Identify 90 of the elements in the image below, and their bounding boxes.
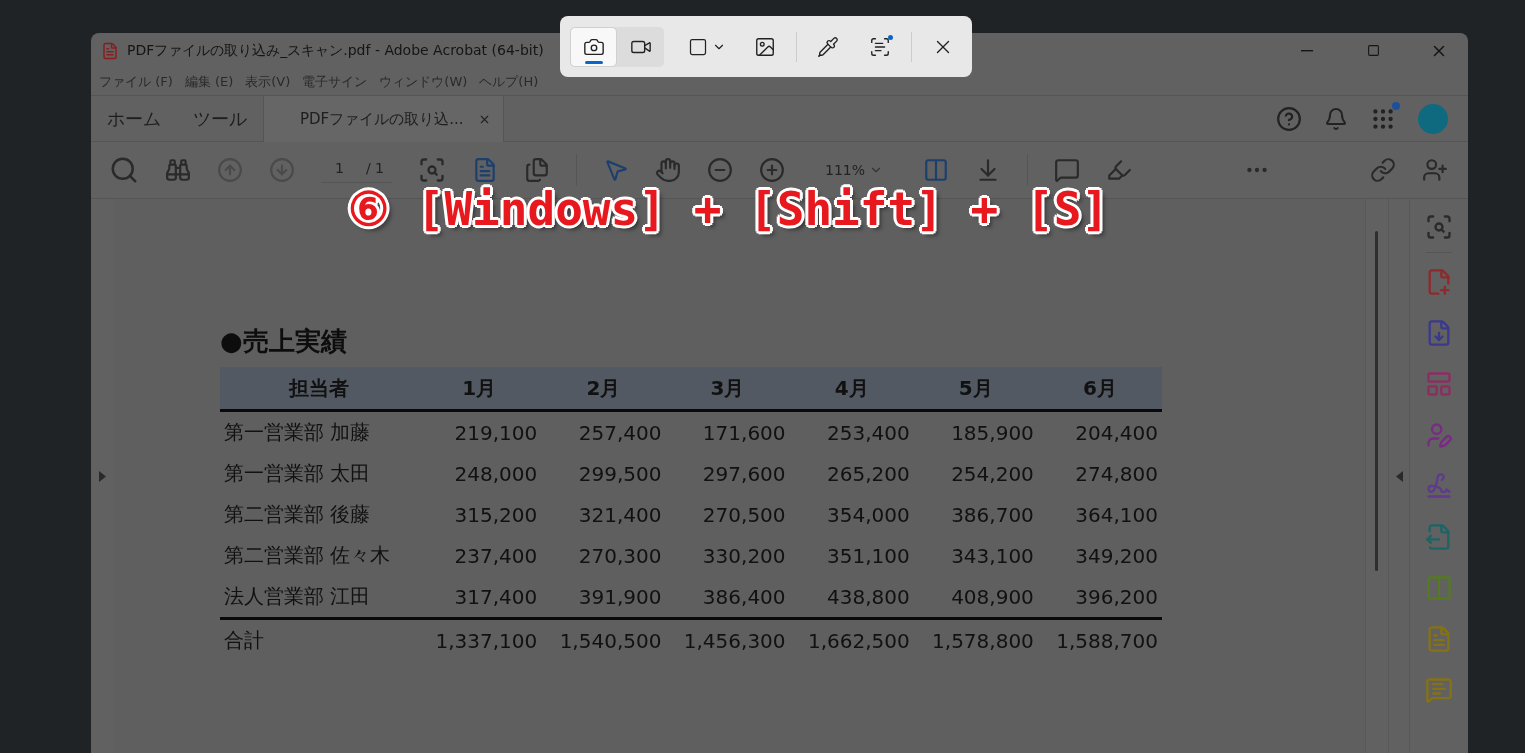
- layout-icon[interactable]: [1425, 370, 1453, 398]
- section-heading: ●売上実績: [220, 325, 348, 358]
- table-cell: 219,100: [417, 410, 542, 453]
- table-cell-text: 270,500: [701, 501, 787, 529]
- search-icon[interactable]: [1425, 213, 1453, 241]
- scrollbar-thumb[interactable]: [1375, 231, 1378, 571]
- table-cell-text: 270,300: [577, 542, 663, 570]
- column-header: 1月: [417, 367, 542, 411]
- table-cell-text: 265,200: [826, 460, 911, 488]
- highlighter-icon[interactable]: [1106, 157, 1133, 183]
- window-title: PDFファイルの取り込み_スキャン.pdf - Adobe Acrobat (64-bit): [127, 41, 544, 60]
- zoom-in-icon[interactable]: [759, 157, 785, 183]
- maximize-icon: [1366, 44, 1380, 57]
- binoculars-icon[interactable]: [165, 157, 191, 183]
- arrow-down-icon[interactable]: [269, 157, 295, 183]
- column-header: 5月: [913, 367, 1038, 411]
- total-cell: 1,588,700: [1037, 618, 1162, 661]
- zoom-out-icon[interactable]: [707, 157, 733, 183]
- page-number-field[interactable]: 1 / 1: [321, 157, 392, 183]
- table-cell: 391,900: [541, 576, 666, 619]
- table-cell: 法人営業部 江田: [220, 576, 418, 619]
- total-cell: 合計: [220, 618, 418, 661]
- table-cell-text: 第二営業部 後藤: [223, 501, 372, 528]
- tab[interactable]: ツール: [177, 96, 263, 141]
- table-cell-text: 354,000: [826, 501, 911, 529]
- table-cell: 317,400: [417, 576, 542, 619]
- column-header: 3月: [665, 367, 790, 411]
- tab[interactable]: ホーム: [91, 96, 177, 141]
- hand-icon[interactable]: [655, 157, 681, 183]
- image-icon: [754, 35, 776, 58]
- expand-arrow-icon[interactable]: [98, 470, 106, 482]
- table-cell-text: 343,100: [950, 542, 1035, 570]
- bell-icon[interactable]: [1324, 106, 1348, 131]
- scan-text-icon: [869, 35, 891, 58]
- column-header: 担当者: [220, 367, 418, 411]
- table-cell-text: 248,000: [453, 460, 539, 488]
- table-cell-text: 299,500: [577, 460, 663, 488]
- table-cell-text: 297,600: [701, 460, 787, 488]
- table-cell-text: 364,100: [1074, 501, 1159, 529]
- table-cell-text: 349,200: [1074, 542, 1159, 570]
- table-cell-text: 386,700: [950, 501, 1035, 529]
- table-cell: 396,200: [1037, 576, 1162, 619]
- user-pen-icon[interactable]: [1425, 421, 1453, 449]
- total-cell: 1,578,800: [913, 618, 1038, 661]
- table-cell-text: 第一営業部 太田: [223, 460, 372, 487]
- table-cell: 386,400: [665, 576, 790, 619]
- table-cell: 204,400: [1037, 410, 1162, 453]
- total-cell: 1,456,300: [665, 618, 790, 661]
- table-cell-text: 321,400: [577, 501, 663, 529]
- minimize-icon: [1301, 49, 1313, 52]
- add-user-icon[interactable]: [1422, 157, 1449, 183]
- table-cell: 408,900: [913, 576, 1038, 619]
- marquee-zoom-icon[interactable]: [418, 156, 446, 184]
- table-cell: 171,600: [665, 410, 790, 453]
- search-icon[interactable]: [109, 155, 139, 185]
- collapse-arrow-icon[interactable]: [1395, 470, 1403, 482]
- total-cell: 1,337,100: [417, 618, 542, 661]
- total-cell: 1,662,500: [789, 618, 914, 661]
- pdf-file-icon: [101, 41, 119, 60]
- tab[interactable]: PDFファイルの取り込...: [263, 96, 504, 142]
- shortcut-caption: ⑥ [Windows] + [Shift] + [S]: [348, 182, 1110, 236]
- column-header: 4月: [789, 367, 914, 411]
- table-cell: 第一営業部 加藤: [220, 410, 418, 453]
- comment-icon[interactable]: [1425, 676, 1453, 704]
- pipette-icon: [817, 35, 839, 58]
- pointer-icon[interactable]: [603, 157, 629, 183]
- two-page-icon[interactable]: [524, 157, 550, 183]
- table-cell: 257,400: [541, 410, 666, 453]
- capture-mode-button[interactable]: [570, 26, 617, 67]
- table-cell-text: 274,800: [1074, 460, 1159, 488]
- table-cell-text: 315,200: [453, 501, 539, 529]
- rectangle-icon: [688, 36, 708, 57]
- table-cell-text: 第二営業部 佐々木: [223, 542, 392, 569]
- comment-icon[interactable]: [1054, 157, 1081, 183]
- help-icon[interactable]: [1276, 105, 1302, 132]
- arrow-up-icon[interactable]: [217, 157, 243, 183]
- table-cell-text: 330,200: [701, 542, 787, 570]
- columns-icon[interactable]: [1425, 574, 1453, 602]
- single-page-icon[interactable]: [472, 157, 498, 183]
- table-cell: 253,400: [789, 410, 914, 453]
- table-cell-text: 254,200: [950, 460, 1035, 488]
- table-cell: 438,800: [789, 576, 914, 619]
- link-icon[interactable]: [1370, 157, 1397, 183]
- table-cell-text: 237,400: [453, 542, 539, 570]
- column-header: 2月: [541, 367, 666, 411]
- column-header: 6月: [1037, 367, 1162, 411]
- table-cell: 185,900: [913, 410, 1038, 453]
- signature-icon[interactable]: [1425, 472, 1453, 500]
- total-cell: 1,540,500: [541, 618, 666, 661]
- table-cell-text: 351,100: [826, 542, 911, 570]
